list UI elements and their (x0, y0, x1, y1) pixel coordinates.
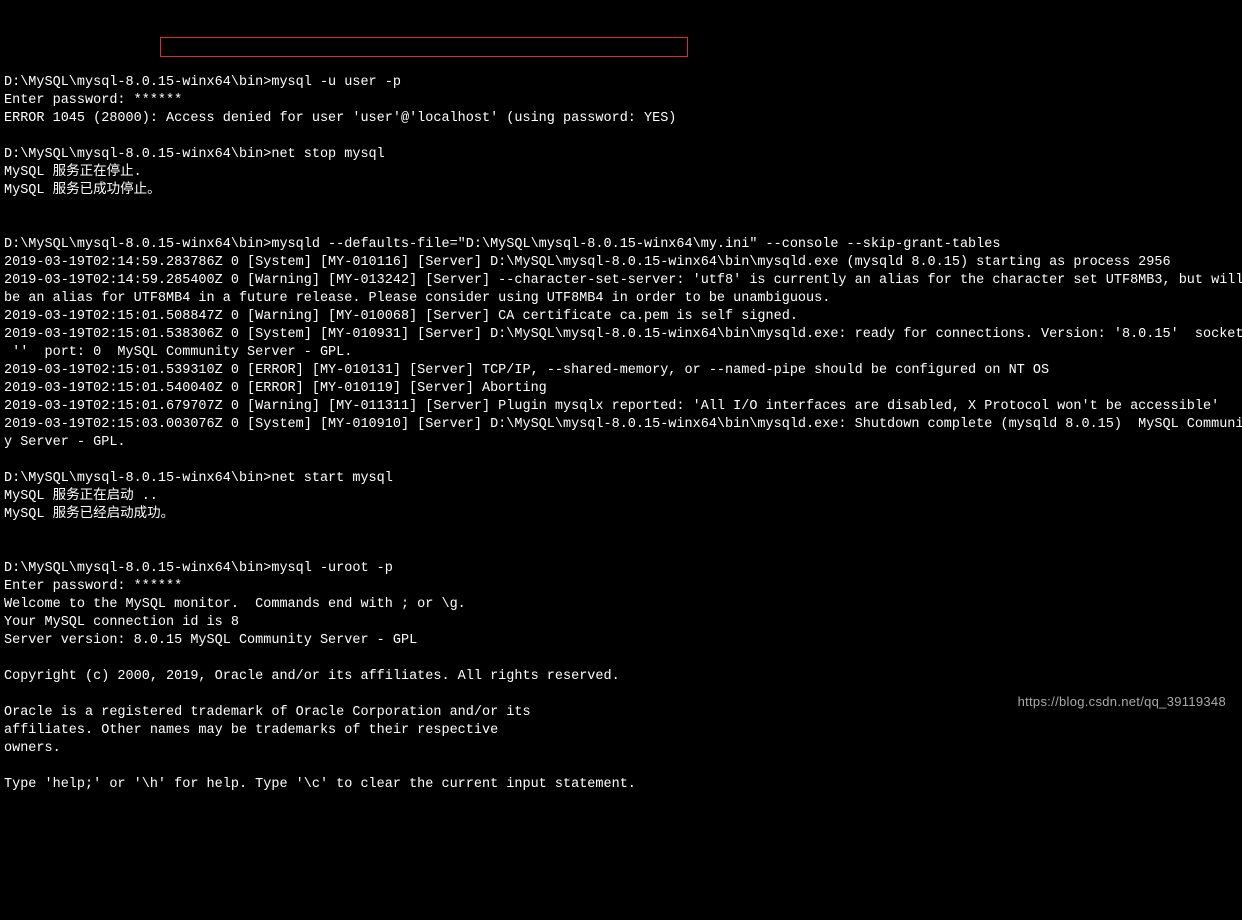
terminal-line (4, 758, 1242, 776)
terminal-line: Enter password: ****** (4, 92, 1242, 110)
terminal-line (4, 524, 1242, 542)
terminal-line: D:\MySQL\mysql-8.0.15-winx64\bin>mysqld … (4, 236, 1242, 254)
terminal-line: Copyright (c) 2000, 2019, Oracle and/or … (4, 668, 1242, 686)
terminal-output[interactable]: D:\MySQL\mysql-8.0.15-winx64\bin>mysql -… (0, 74, 1242, 794)
terminal-line: 2019-03-19T02:15:01.508847Z 0 [Warning] … (4, 308, 1242, 326)
terminal-line: Your MySQL connection id is 8 (4, 614, 1242, 632)
terminal-line (4, 200, 1242, 218)
terminal-line: Enter password: ****** (4, 578, 1242, 596)
terminal-line (4, 218, 1242, 236)
terminal-line (4, 452, 1242, 470)
terminal-line: ERROR 1045 (28000): Access denied for us… (4, 110, 1242, 128)
terminal-line: Welcome to the MySQL monitor. Commands e… (4, 596, 1242, 614)
terminal-line: Server version: 8.0.15 MySQL Community S… (4, 632, 1242, 650)
terminal-line: 2019-03-19T02:15:03.003076Z 0 [System] [… (4, 416, 1242, 434)
terminal-line: 2019-03-19T02:14:59.285400Z 0 [Warning] … (4, 272, 1242, 290)
terminal-line: D:\MySQL\mysql-8.0.15-winx64\bin>net sta… (4, 470, 1242, 488)
terminal-line: D:\MySQL\mysql-8.0.15-winx64\bin>net sto… (4, 146, 1242, 164)
terminal-line (4, 650, 1242, 668)
terminal-line: 2019-03-19T02:15:01.679707Z 0 [Warning] … (4, 398, 1242, 416)
terminal-line: y Server - GPL. (4, 434, 1242, 452)
terminal-line: 2019-03-19T02:15:01.540040Z 0 [ERROR] [M… (4, 380, 1242, 398)
terminal-line: 2019-03-19T02:15:01.539310Z 0 [ERROR] [M… (4, 362, 1242, 380)
terminal-line: MySQL 服务正在启动 .. (4, 488, 1242, 506)
terminal-line: '' port: 0 MySQL Community Server - GPL. (4, 344, 1242, 362)
terminal-line: MySQL 服务已成功停止。 (4, 182, 1242, 200)
terminal-line: be an alias for UTF8MB4 in a future rele… (4, 290, 1242, 308)
terminal-line: MySQL 服务已经启动成功。 (4, 506, 1242, 524)
terminal-line: Type 'help;' or '\h' for help. Type '\c'… (4, 776, 1242, 794)
terminal-line: owners. (4, 740, 1242, 758)
terminal-line (4, 128, 1242, 146)
terminal-line: MySQL 服务正在停止. (4, 164, 1242, 182)
terminal-line: D:\MySQL\mysql-8.0.15-winx64\bin>mysql -… (4, 74, 1242, 92)
watermark: https://blog.csdn.net/qq_39119348 (1018, 693, 1226, 711)
terminal-line: 2019-03-19T02:15:01.538306Z 0 [System] [… (4, 326, 1242, 344)
terminal-line: affiliates. Other names may be trademark… (4, 722, 1242, 740)
terminal-line: D:\MySQL\mysql-8.0.15-winx64\bin>mysql -… (4, 560, 1242, 578)
terminal-line: 2019-03-19T02:14:59.283786Z 0 [System] [… (4, 254, 1242, 272)
error-highlight-box (160, 37, 688, 57)
terminal-line (4, 542, 1242, 560)
